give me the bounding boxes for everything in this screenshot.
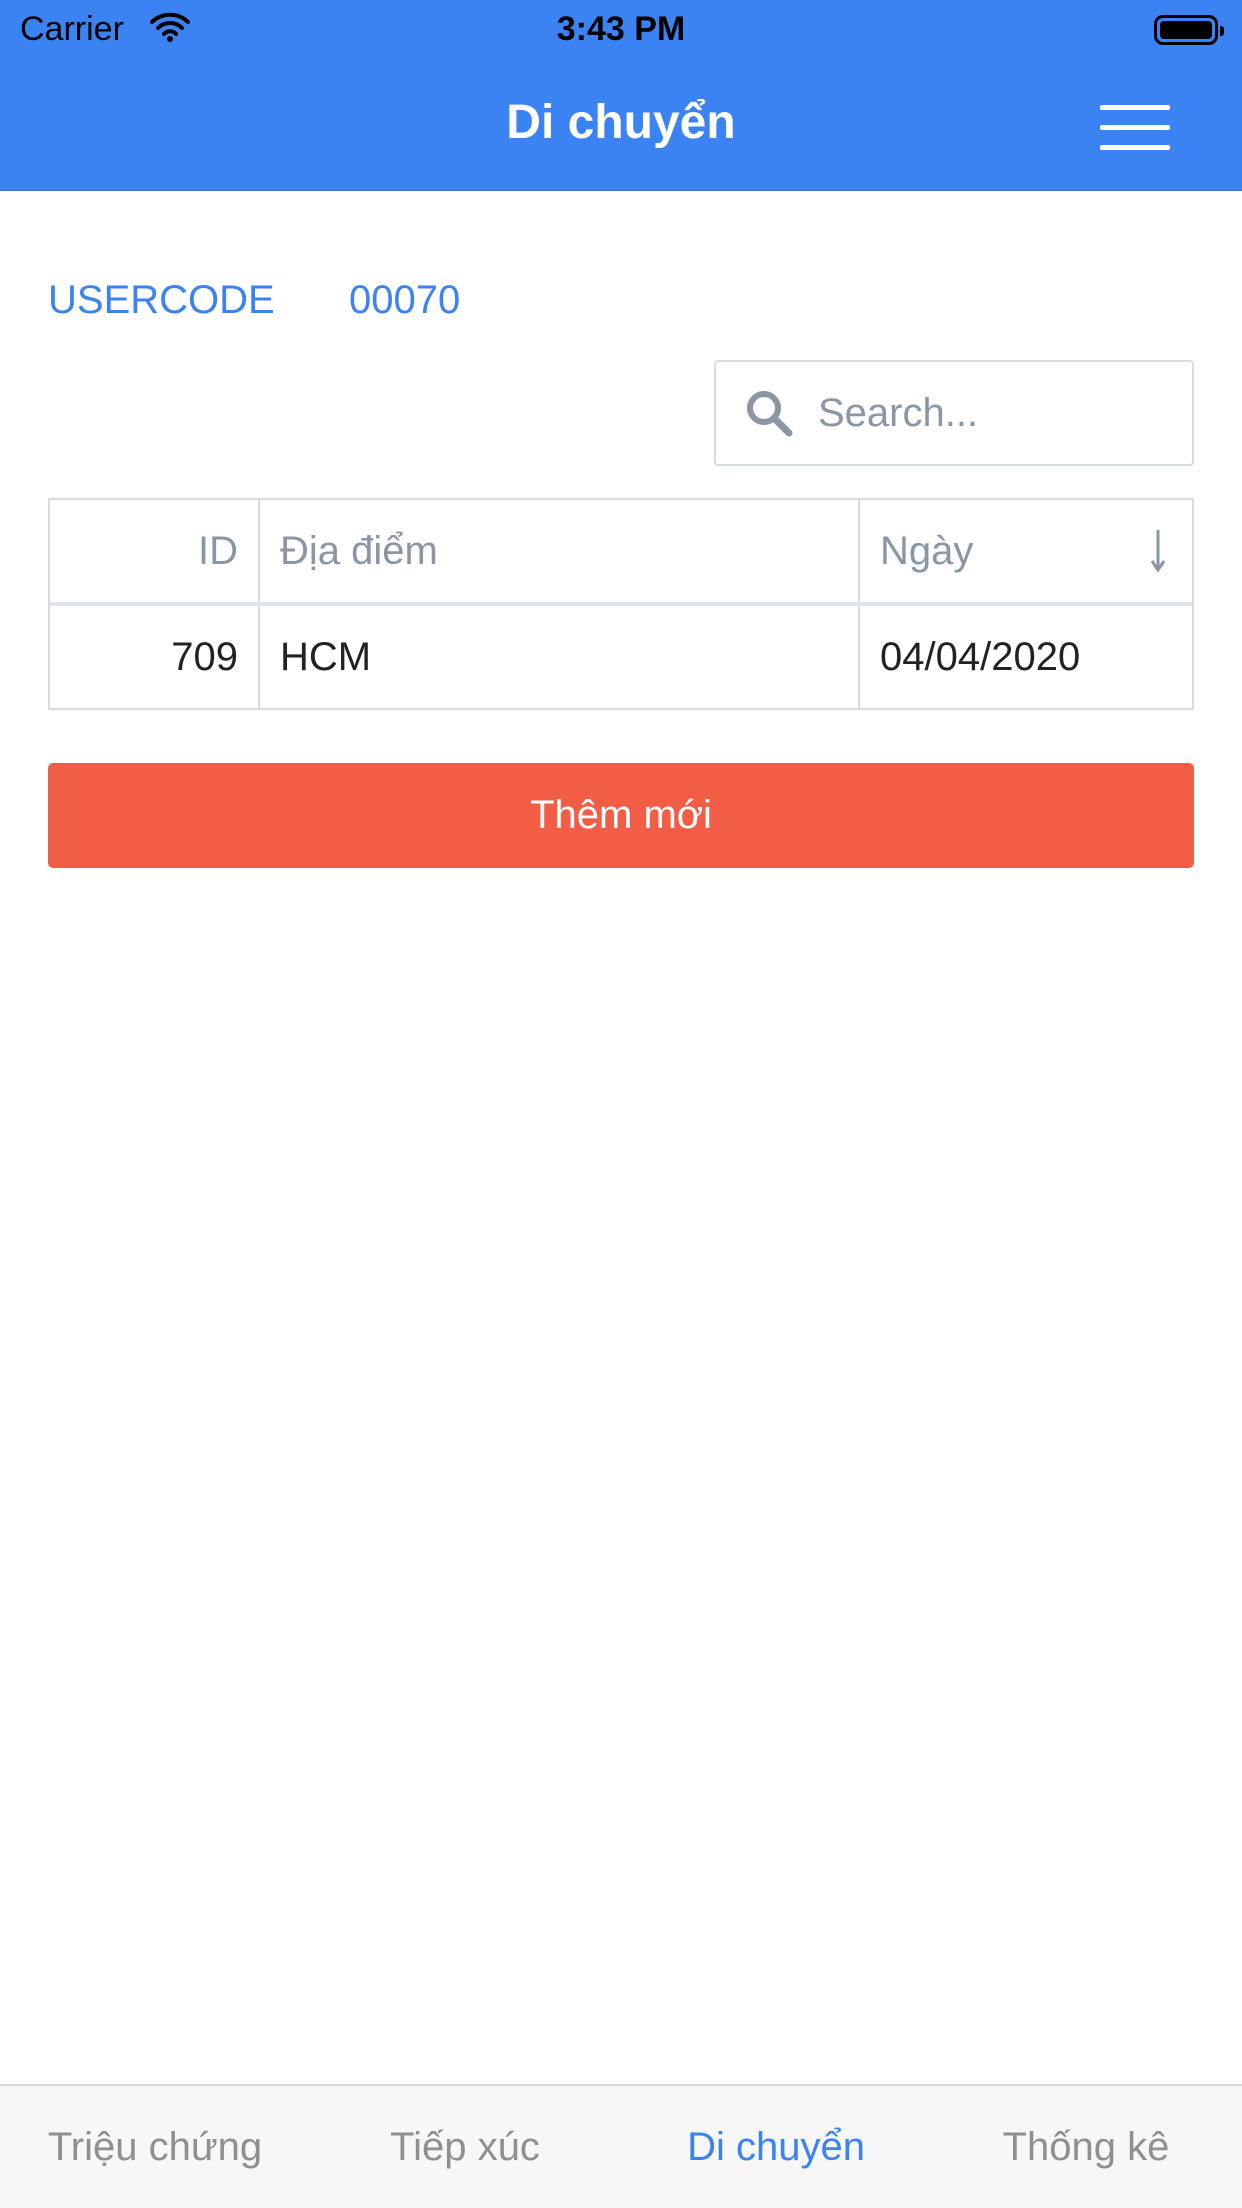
column-header-date-label: Ngày [880, 529, 974, 573]
page-title: Di chuyển [506, 96, 736, 149]
tab-contacts[interactable]: Tiếp xúc [310, 2086, 620, 2208]
travel-table: ID Địa điểm Ngày 709 HCM 04/04/2020 [48, 498, 1194, 710]
table-row[interactable]: 709 HCM 04/04/2020 [50, 606, 1192, 708]
menu-line [1100, 105, 1170, 110]
column-header-place[interactable]: Địa điểm [260, 500, 860, 602]
usercode-label: USERCODE [48, 278, 275, 322]
status-time: 3:43 PM [556, 10, 686, 48]
search-box[interactable] [714, 360, 1194, 466]
status-bar: Carrier 3:43 PM [0, 0, 1242, 60]
search-input[interactable] [818, 376, 1178, 450]
cell-date: 04/04/2020 [880, 635, 1081, 679]
search-icon [747, 391, 793, 437]
add-new-button[interactable]: Thêm mới [48, 763, 1194, 868]
hamburger-menu-icon[interactable] [1100, 105, 1170, 151]
battery-icon [1154, 15, 1224, 45]
table-header-row: ID Địa điểm Ngày [50, 500, 1192, 606]
tab-travel[interactable]: Di chuyển [621, 2086, 931, 2208]
tab-statistics[interactable]: Thống kê [931, 2086, 1241, 2208]
column-header-date[interactable]: Ngày [860, 500, 1192, 602]
cell-id: 709 [50, 606, 260, 708]
tab-symptoms[interactable]: Triệu chứng [0, 2086, 310, 2208]
menu-line [1100, 125, 1170, 130]
cell-place: HCM [260, 606, 860, 708]
bottom-tab-bar: Triệu chứng Tiếp xúc Di chuyển Thống kê [0, 2084, 1242, 2208]
menu-line [1100, 145, 1170, 150]
app-header: Carrier 3:43 PM Di chuyển [0, 0, 1242, 191]
sort-descending-arrow-icon[interactable] [1148, 528, 1168, 574]
usercode-value: 00070 [349, 278, 461, 322]
column-header-id[interactable]: ID [50, 500, 260, 602]
